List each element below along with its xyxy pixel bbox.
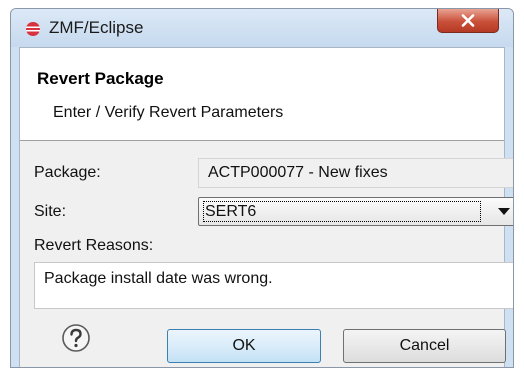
dialog-content: Revert Package Enter / Verify Revert Par… <box>19 47 513 367</box>
window-title: ZMF/Eclipse <box>49 18 144 37</box>
dialog-header: Revert Package Enter / Verify Revert Par… <box>20 48 504 141</box>
close-button[interactable] <box>437 9 499 33</box>
revert-reasons-label: Revert Reasons: <box>34 237 154 254</box>
dialog-title: Revert Package <box>37 69 164 88</box>
chevron-down-icon[interactable] <box>498 208 510 215</box>
dialog-subtitle: Enter / Verify Revert Parameters <box>53 104 284 121</box>
site-select[interactable]: SERT6 <box>198 197 513 226</box>
revert-reasons-input[interactable]: Package install date was wrong. <box>34 262 513 309</box>
dialog-window: ZMF/Eclipse Revert Package Enter / Verif… <box>10 8 514 368</box>
help-icon[interactable] <box>61 323 91 353</box>
package-label: Package: <box>34 164 101 181</box>
cancel-button[interactable]: Cancel <box>343 329 506 363</box>
title-bar[interactable]: ZMF/Eclipse <box>11 9 513 47</box>
site-label: Site: <box>34 203 67 220</box>
close-icon <box>461 14 475 27</box>
package-value-field: ACTP000077 - New fixes <box>198 158 513 188</box>
eclipse-icon <box>25 21 41 37</box>
ok-button[interactable]: OK <box>167 329 321 363</box>
site-select-value: SERT6 <box>203 201 481 222</box>
